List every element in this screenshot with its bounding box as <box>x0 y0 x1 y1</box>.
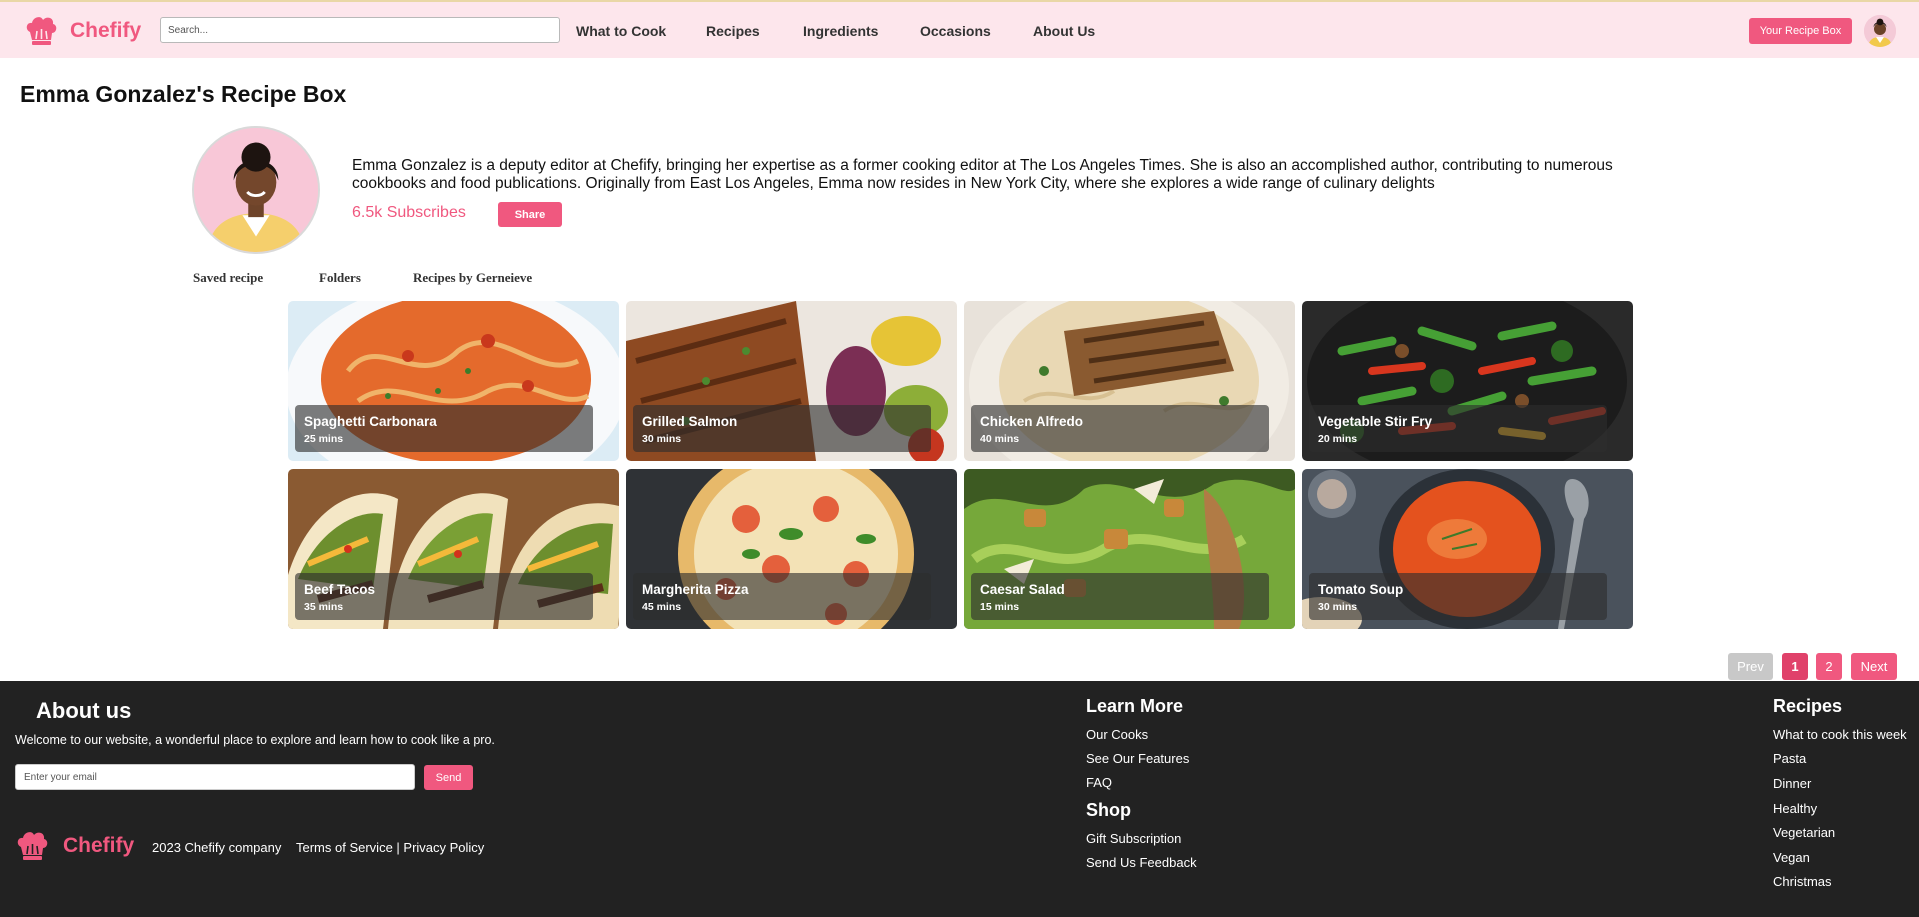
subscriber-count: 6.5k Subscribes <box>352 204 466 221</box>
recipe-time: 30 mins <box>1318 601 1358 613</box>
search-input[interactable] <box>160 17 560 43</box>
send-button[interactable]: Send <box>424 765 473 790</box>
share-button[interactable]: Share <box>498 202 562 227</box>
tab-saved-recipe[interactable]: Saved recipe <box>193 270 263 286</box>
footer-link-see-our-features[interactable]: See Our Features <box>1086 751 1189 766</box>
learn-more-heading: Learn More <box>1086 696 1184 716</box>
brand-logo[interactable]: Chefify <box>24 14 141 48</box>
legal-links[interactable]: Terms of Service | Privacy Policy <box>296 840 484 855</box>
footer-link-what-to-cook-this-week[interactable]: What to cook this week <box>1773 727 1907 742</box>
recipes-heading: Recipes <box>1773 696 1843 716</box>
recipe-title: Chicken Alfredo <box>980 414 1084 429</box>
brand-name: Chefify <box>70 19 142 42</box>
recipe-card[interactable]: Caesar Salad 15 mins <box>964 469 1295 629</box>
recipe-card-caption: Margherita Pizza 45 mins <box>633 573 931 620</box>
recipe-time: 35 mins <box>304 601 344 613</box>
recipe-time: 45 mins <box>642 601 682 613</box>
footer-link-vegan[interactable]: Vegan <box>1773 850 1810 865</box>
recipe-title: Beef Tacos <box>304 582 376 597</box>
recipe-card[interactable]: Chicken Alfredo 40 mins <box>964 301 1295 461</box>
tab-recipes-by-gerneieve[interactable]: Recipes by Gerneieve <box>413 270 532 286</box>
recipe-card[interactable]: Tomato Soup 30 mins <box>1302 469 1633 629</box>
footer-link-our-cooks[interactable]: Our Cooks <box>1086 727 1148 742</box>
recipe-card[interactable]: Grilled Salmon 30 mins <box>626 301 957 461</box>
next-page-button[interactable]: Next <box>1851 653 1897 680</box>
recipe-time: 30 mins <box>642 433 682 445</box>
recipe-card[interactable]: Margherita Pizza 45 mins <box>626 469 957 629</box>
tab-folders[interactable]: Folders <box>319 270 361 286</box>
recipe-time: 20 mins <box>1318 433 1358 445</box>
footer-link-healthy[interactable]: Healthy <box>1773 801 1817 816</box>
recipe-card-caption: Spaghetti Carbonara 25 mins <box>295 405 593 452</box>
footer-about-text: Welcome to our website, a wonderful plac… <box>15 733 495 747</box>
chef-hat-icon <box>26 17 57 45</box>
recipe-card-caption: Caesar Salad 15 mins <box>971 573 1269 620</box>
recipe-title: Vegetable Stir Fry <box>1318 414 1433 429</box>
page-title: Emma Gonzalez's Recipe Box <box>20 81 347 107</box>
recipe-title: Tomato Soup <box>1318 582 1404 597</box>
recipe-card-caption: Grilled Salmon 30 mins <box>633 405 931 452</box>
site-header: Chefify What to Cook Recipes Ingredients… <box>0 0 1919 58</box>
site-footer: About us Welcome to our website, a wonde… <box>0 681 1919 917</box>
recipe-card[interactable]: Vegetable Stir Fry 20 mins <box>1302 301 1633 461</box>
page-2-button[interactable]: 2 <box>1816 653 1842 680</box>
profile-bio: Emma Gonzalez is a deputy editor at Chef… <box>352 157 1613 192</box>
nav-occasions[interactable]: Occasions <box>920 23 991 39</box>
recipe-card-caption: Chicken Alfredo 40 mins <box>971 405 1269 452</box>
footer-link-vegetarian[interactable]: Vegetarian <box>1773 825 1835 840</box>
user-avatar[interactable] <box>1864 15 1896 47</box>
footer-about-heading: About us <box>36 698 132 723</box>
shop-heading: Shop <box>1086 800 1131 820</box>
profile-photo <box>194 128 318 252</box>
nav-ingredients[interactable]: Ingredients <box>803 23 878 39</box>
recipe-card-caption: Beef Tacos 35 mins <box>295 573 593 620</box>
recipe-card[interactable]: Beef Tacos 35 mins <box>288 469 619 629</box>
footer-brand[interactable]: Chefify <box>15 829 134 863</box>
chef-hat-icon <box>17 832 48 860</box>
recipe-title: Margherita Pizza <box>642 582 749 597</box>
copyright-text: 2023 Chefify company <box>152 840 282 855</box>
footer-link-faq[interactable]: FAQ <box>1086 775 1112 790</box>
nav-what-to-cook[interactable]: What to Cook <box>576 23 666 39</box>
recipe-title: Grilled Salmon <box>642 414 738 429</box>
recipe-card-caption: Vegetable Stir Fry 20 mins <box>1309 405 1607 452</box>
page-1-button[interactable]: 1 <box>1782 653 1808 680</box>
user-avatar-image <box>1864 15 1896 47</box>
recipe-time: 40 mins <box>980 433 1020 445</box>
footer-link-christmas[interactable]: Christmas <box>1773 874 1832 889</box>
nav-about-us[interactable]: About Us <box>1033 23 1095 39</box>
footer-link-dinner[interactable]: Dinner <box>1773 776 1811 791</box>
footer-link-send-us-feedback[interactable]: Send Us Feedback <box>1086 855 1197 870</box>
recipe-card-caption: Tomato Soup 30 mins <box>1309 573 1607 620</box>
prev-page-button[interactable]: Prev <box>1728 653 1773 680</box>
nav-recipes[interactable]: Recipes <box>706 23 760 39</box>
footer-link-pasta[interactable]: Pasta <box>1773 751 1806 766</box>
footer-brand-name: Chefify <box>63 834 135 857</box>
recipe-time: 25 mins <box>304 433 344 445</box>
profile-avatar <box>192 126 320 254</box>
recipe-time: 15 mins <box>980 601 1020 613</box>
recipe-title: Caesar Salad <box>980 582 1065 597</box>
footer-link-gift-subscription[interactable]: Gift Subscription <box>1086 831 1181 846</box>
email-input[interactable] <box>15 764 415 790</box>
your-recipe-box-button[interactable]: Your Recipe Box <box>1749 18 1852 44</box>
recipe-card[interactable]: Spaghetti Carbonara 25 mins <box>288 301 619 461</box>
recipe-title: Spaghetti Carbonara <box>304 414 437 429</box>
